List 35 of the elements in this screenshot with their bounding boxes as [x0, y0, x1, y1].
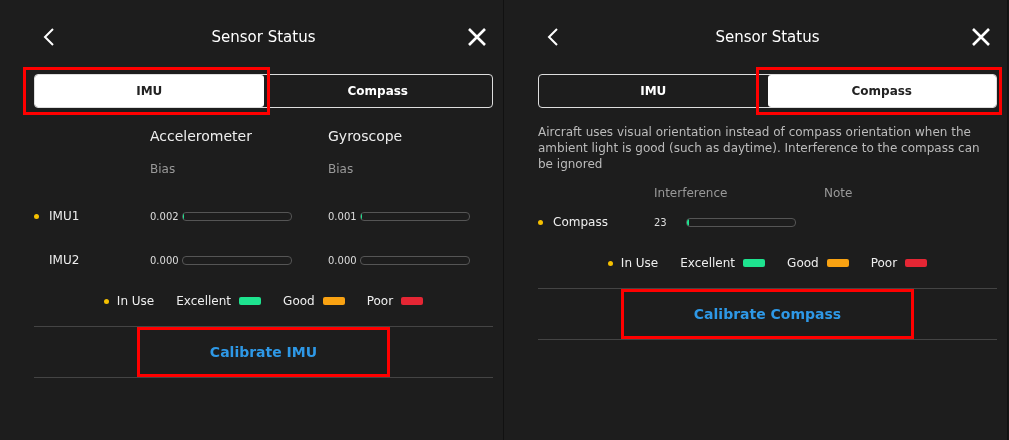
legend-label: Good: [283, 294, 315, 308]
column-subheader: Interference: [654, 186, 729, 200]
column-subheader: Bias: [150, 162, 177, 176]
reading-value: 23: [654, 216, 668, 228]
in-use-dot: [103, 298, 109, 304]
legend-label: Excellent: [176, 294, 232, 308]
dialog-title: Sensor Status: [715, 28, 820, 46]
sensor-name: IMU2: [49, 253, 80, 267]
reading-value: 0.000: [328, 254, 358, 266]
in-use-dot: [607, 260, 613, 266]
legend-label: Poor: [366, 294, 394, 308]
column-header: Gyroscope: [328, 128, 404, 144]
legend-label: In Use: [620, 256, 659, 270]
column-subheader: Note: [824, 186, 854, 200]
column-header: Accelerometer: [150, 128, 253, 144]
legend-label: Excellent: [680, 256, 736, 270]
close-icon[interactable]: [971, 27, 991, 47]
tab[interactable]: IMU: [539, 75, 768, 107]
sensor-name: Compass: [553, 215, 608, 229]
reading-value: 0.002: [150, 210, 180, 222]
sensor-name: IMU1: [49, 209, 80, 223]
legend-label: Poor: [870, 256, 898, 270]
info-text: Aircraft uses visual orientation instead of compass orientation when the ambient light is good (such as daytime). Interference to the compass can be ignored: [538, 124, 981, 172]
tab[interactable]: Compass: [767, 75, 996, 107]
legend-label: Good: [787, 256, 819, 270]
calibrate-button[interactable]: Calibrate Compass: [620, 289, 915, 339]
reading-value: 0.001: [328, 210, 358, 222]
close-icon[interactable]: [467, 27, 487, 47]
dialog-title: Sensor Status: [211, 28, 316, 46]
calibrate-button[interactable]: Calibrate IMU: [136, 327, 391, 377]
tab[interactable]: IMU: [35, 75, 264, 107]
tab[interactable]: Compass: [263, 75, 492, 107]
legend-label: In Use: [116, 294, 155, 308]
column-subheader: Bias: [328, 162, 355, 176]
reading-value: 0.000: [150, 254, 180, 266]
